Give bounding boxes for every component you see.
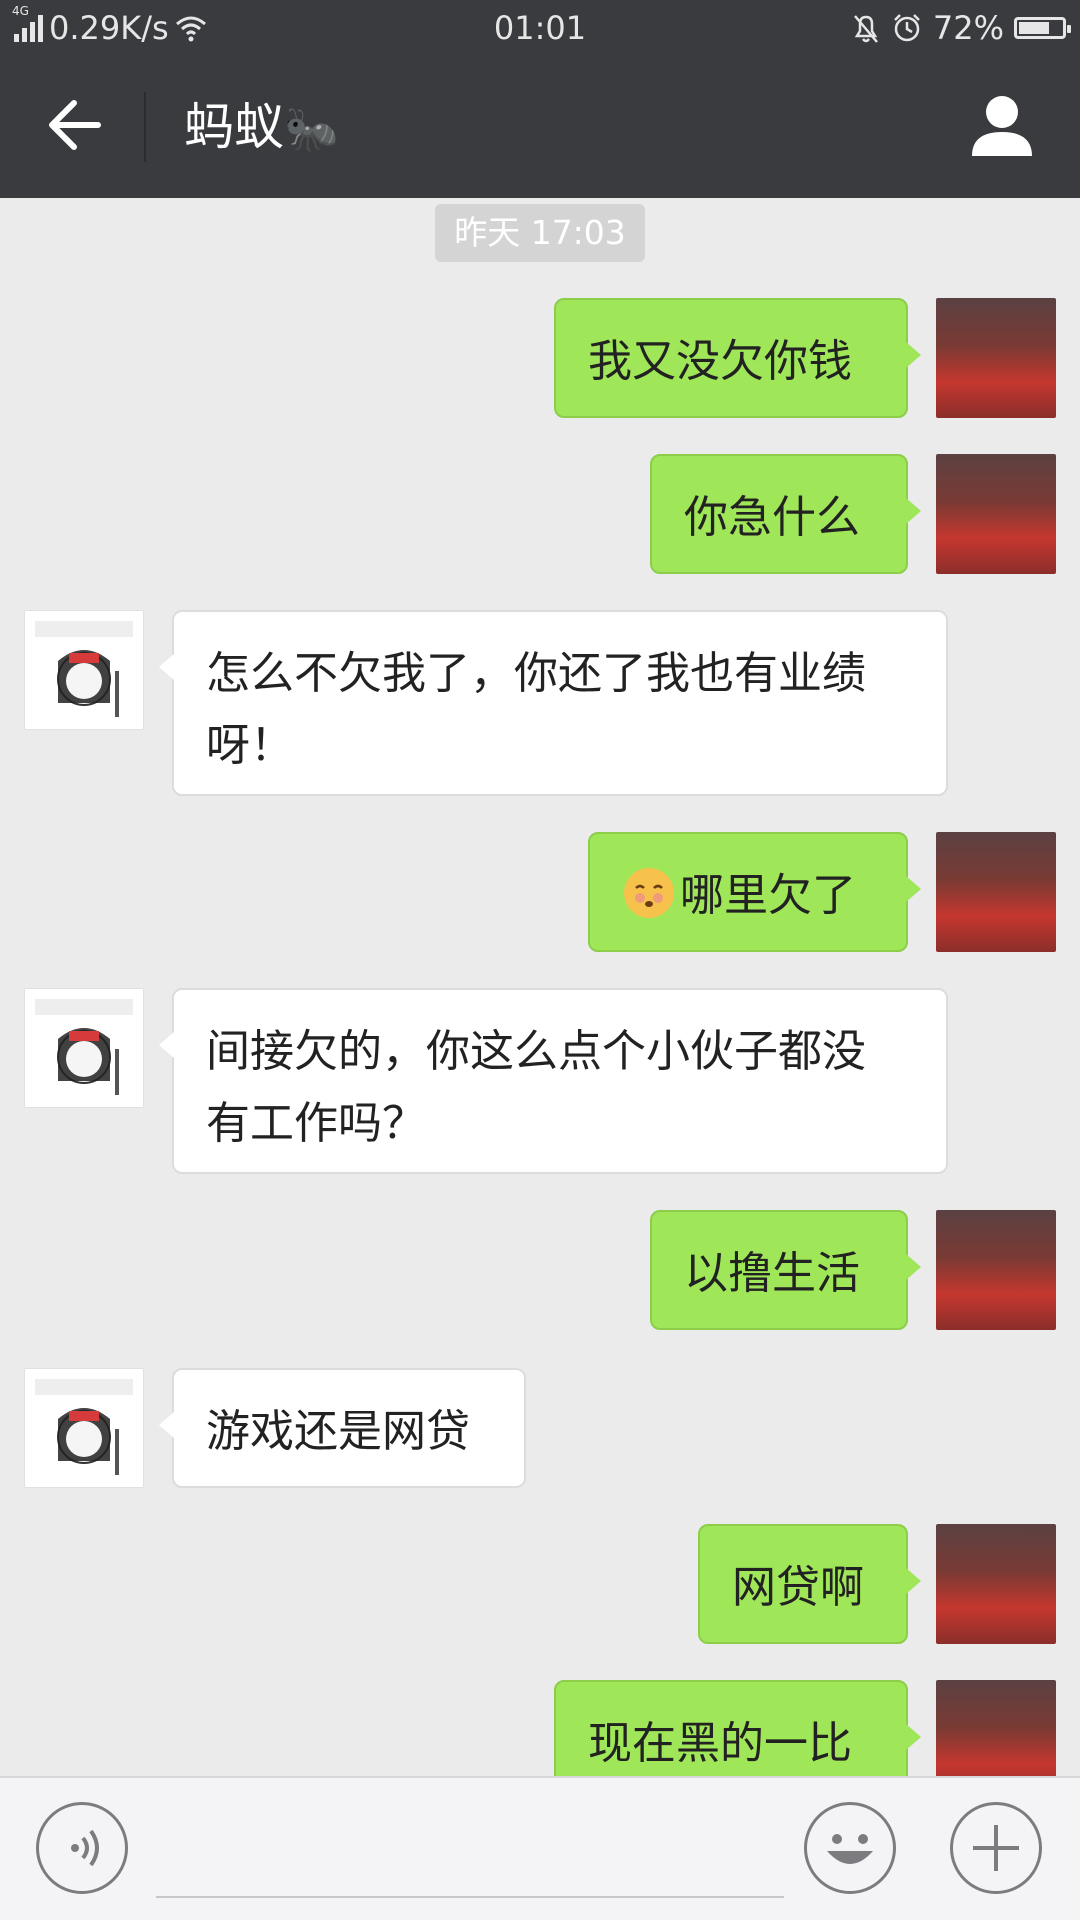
sent-message[interactable]: 你急什么 xyxy=(650,454,921,574)
my-avatar[interactable] xyxy=(936,454,1056,574)
my-avatar[interactable] xyxy=(936,1524,1056,1644)
meme-face-icon xyxy=(35,621,133,717)
smiley-icon xyxy=(827,1834,873,1864)
received-message[interactable]: 游戏还是网贷 xyxy=(159,1368,526,1488)
alarm-icon xyxy=(893,14,920,42)
plus-icon xyxy=(973,1825,1019,1871)
sent-message[interactable]: 现在黑的一比 xyxy=(554,1680,921,1776)
person-icon[interactable] xyxy=(970,92,1034,158)
chat-area[interactable]: 昨天 17:03 我又没欠你钱 你急什么 怎么不欠我了，你还了我也有业绩 呀！ xyxy=(0,198,1080,1776)
ant-emoji: 🐜 xyxy=(284,104,339,155)
message-input[interactable] xyxy=(156,1818,784,1898)
voice-icon xyxy=(71,1829,99,1867)
header-divider xyxy=(144,92,146,162)
sent-message[interactable]: 哪里欠了 xyxy=(588,832,921,952)
contact-avatar[interactable] xyxy=(24,1368,144,1488)
more-button[interactable] xyxy=(950,1802,1042,1894)
sent-message[interactable]: 网贷啊 xyxy=(698,1524,921,1644)
contact-avatar[interactable] xyxy=(24,610,144,730)
chat-title: 蚂蚁🐜 xyxy=(184,98,339,156)
shushing-face-icon xyxy=(624,868,674,918)
chat-header: 蚂蚁🐜 xyxy=(0,56,1080,198)
emoji-button[interactable] xyxy=(804,1802,896,1894)
my-avatar[interactable] xyxy=(936,832,1056,952)
sent-message[interactable]: 我又没欠你钱 xyxy=(554,298,921,418)
received-message[interactable]: 怎么不欠我了，你还了我也有业绩 呀！ xyxy=(159,610,948,796)
my-avatar[interactable] xyxy=(936,1680,1056,1776)
battery-percent: 72% xyxy=(932,9,1004,47)
contact-avatar[interactable] xyxy=(24,988,144,1108)
message-timestamp: 昨天 17:03 xyxy=(435,204,645,262)
arrow-left-icon[interactable] xyxy=(40,90,110,160)
mute-bell-icon xyxy=(853,15,878,43)
voice-button[interactable] xyxy=(36,1802,128,1894)
meme-face-icon xyxy=(35,1379,133,1475)
my-avatar[interactable] xyxy=(936,298,1056,418)
received-message[interactable]: 间接欠的，你这么点个小伙子都没 有工作吗？ xyxy=(159,988,948,1174)
my-avatar[interactable] xyxy=(936,1210,1056,1330)
battery-icon xyxy=(1014,17,1071,39)
meme-face-icon xyxy=(35,999,133,1095)
input-bar xyxy=(0,1776,1080,1920)
status-bar: 4G 0.29K/s 01:01 72% xyxy=(0,0,1080,56)
sent-message[interactable]: 以撸生活 xyxy=(650,1210,921,1330)
